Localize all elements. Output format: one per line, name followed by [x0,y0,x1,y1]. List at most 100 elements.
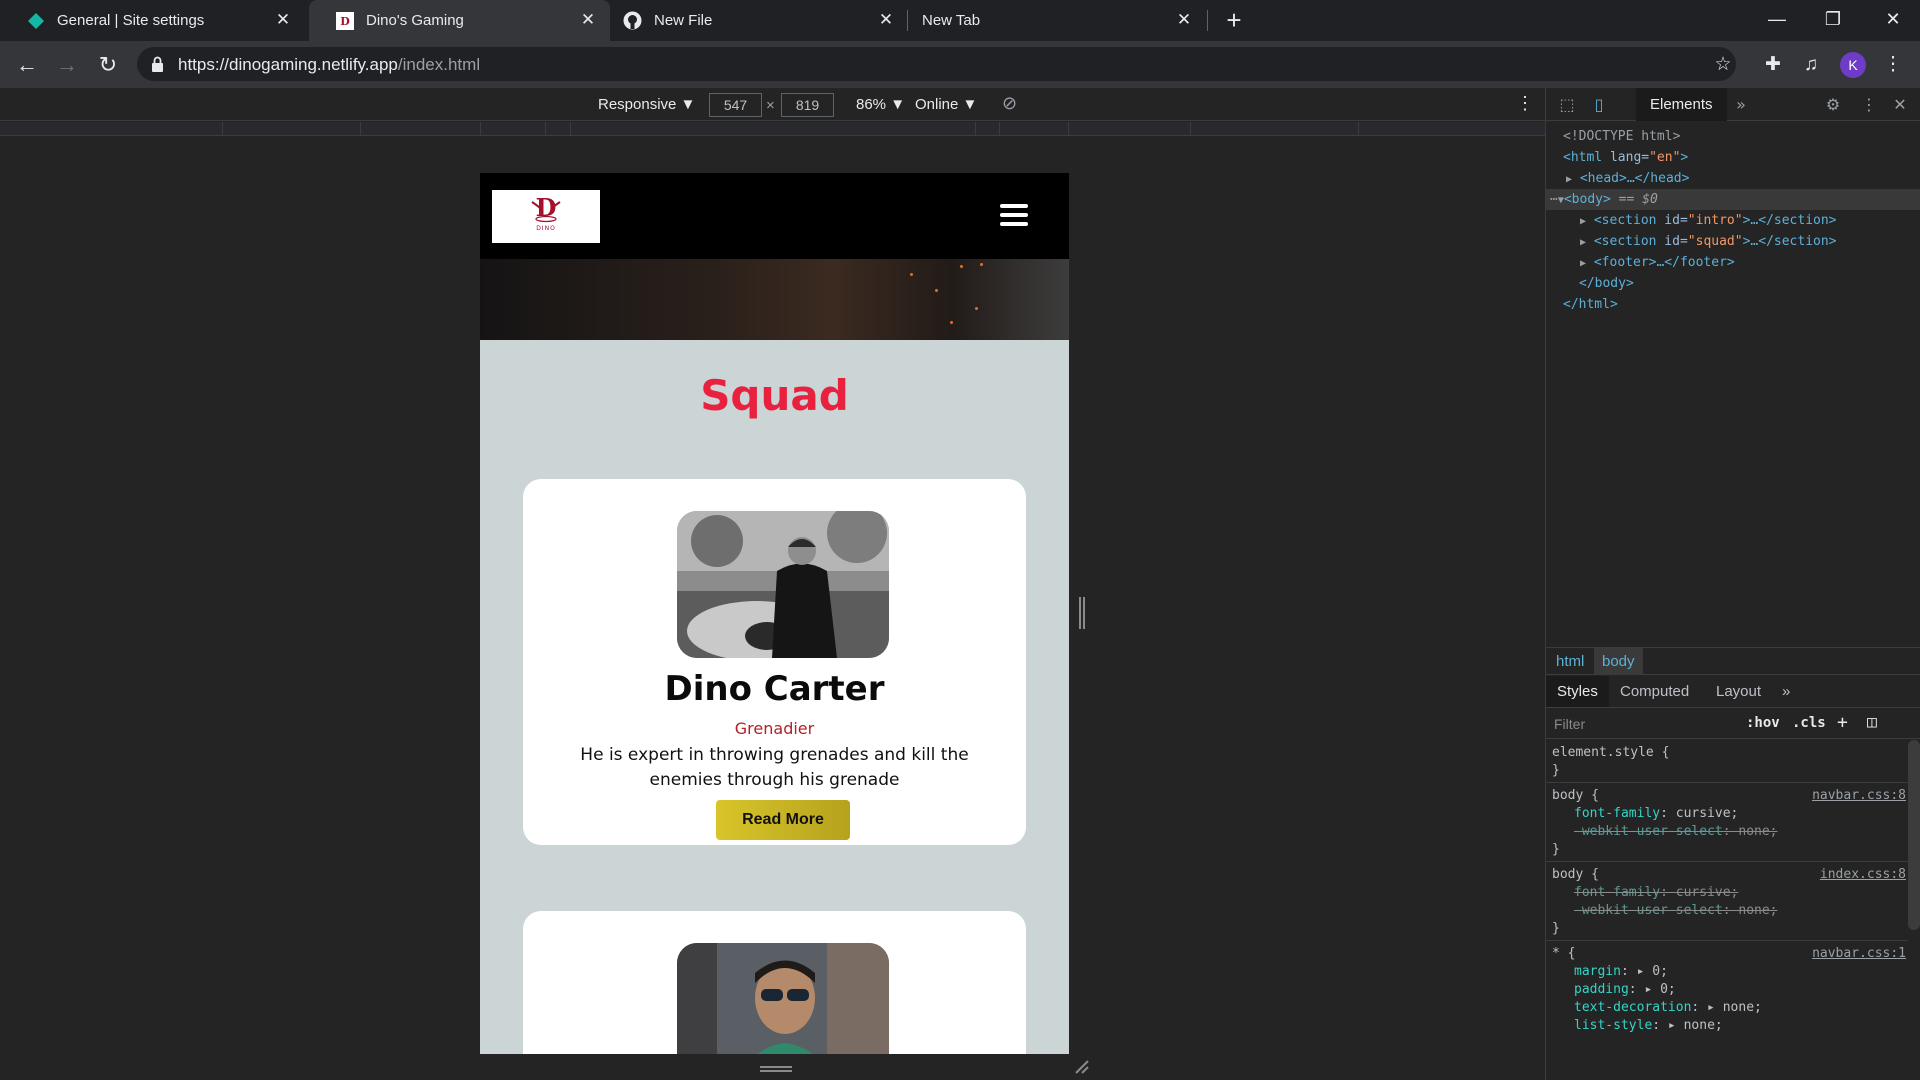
tag-text: > [1680,150,1689,165]
read-more-button[interactable]: Read More [716,800,850,840]
close-tab-icon[interactable]: ✕ [273,10,293,30]
expand-triangle-icon[interactable]: ▶ [1580,258,1586,269]
url-text[interactable]: https://dinogaming.netlify.app/index.htm… [178,55,480,75]
bookmark-star-icon[interactable]: ☆ [1709,51,1737,79]
tab-layout[interactable]: Layout [1716,676,1761,707]
restore-icon[interactable]: ❐ [1806,0,1860,41]
viewport-resize-handle-bottom[interactable] [760,1066,792,1072]
breadcrumb-html[interactable]: html [1548,648,1592,675]
ember [960,265,963,268]
media-query-bar[interactable] [0,122,1545,136]
tab-new-file[interactable]: New File ✕ [610,0,908,41]
style-rule[interactable]: index.css:8 body { font-family: cursive;… [1546,862,1908,941]
style-property[interactable]: text-decoration: ▸ none; [1552,999,1902,1017]
media-queue-icon[interactable]: ♫ [1797,51,1825,79]
property-name: font-family [1574,806,1661,821]
more-tabs-chevron-icon[interactable]: » [1782,676,1790,707]
hov-toggle[interactable]: :hov [1746,715,1780,731]
style-property-overridden[interactable]: -webkit-user-select: none; [1552,902,1902,920]
dom-node[interactable]: <!DOCTYPE html> [1546,126,1920,147]
minimize-icon[interactable]: — [1750,0,1804,41]
cls-toggle[interactable]: .cls [1792,715,1826,731]
tab-dinos-gaming[interactable]: D Dino's Gaming ✕ [309,0,610,41]
rule-close: } [1552,921,1560,936]
new-tab-plus-icon[interactable]: + [1220,6,1248,34]
reload-icon[interactable]: ↻ [94,51,122,79]
rotate-icon[interactable]: ⊘ [1002,93,1017,114]
expand-triangle-icon[interactable]: ▶ [1566,174,1572,185]
device-more-icon[interactable]: ⋮ [1516,93,1534,114]
chrome-menu-icon[interactable]: ⋮ [1879,51,1907,79]
property-value: : cursive; [1660,885,1739,900]
url-scheme: https:// [178,55,230,74]
dom-node[interactable]: ▶ <section id="intro">…</section> [1546,210,1920,231]
style-property[interactable]: margin: ▸ 0; [1552,963,1902,981]
member-role: Grenadier [734,719,815,738]
dom-node[interactable]: </body> [1546,273,1920,294]
style-property[interactable]: font-family: cursive; [1552,805,1902,823]
dom-tree[interactable]: <!DOCTYPE html> <html lang="en"> ▶ <head… [1546,126,1920,315]
close-tab-icon[interactable]: ✕ [876,10,896,30]
back-arrow-icon[interactable]: ← [13,51,41,79]
style-rule[interactable]: navbar.css:1 * { margin: ▸ 0; padding: ▸… [1546,941,1908,1037]
forward-arrow-icon[interactable]: → [53,51,81,79]
breadcrumb-body[interactable]: body [1594,648,1643,675]
more-tabs-chevron-icon[interactable]: » [1730,94,1752,116]
tab-elements[interactable]: Elements [1636,88,1727,121]
viewport-resize-handle-right[interactable] [1079,597,1085,629]
style-property-overridden[interactable]: font-family: cursive; [1552,884,1902,902]
throttle-label: Online [915,96,959,113]
viewport-resize-corner[interactable] [1073,1058,1089,1074]
address-bar[interactable]: https://dinogaming.netlify.app/index.htm… [137,47,1736,81]
dom-node[interactable]: </html> [1546,294,1920,315]
dom-node[interactable]: ▶ <section id="squad">…</section> [1546,231,1920,252]
hamburger-menu-icon[interactable] [1000,204,1028,227]
site-logo[interactable]: D DINO [492,190,600,243]
tab-styles[interactable]: Styles [1546,676,1609,707]
style-property-overridden[interactable]: -webkit-user-select: none; [1552,823,1902,841]
dom-node[interactable]: <html lang="en"> [1546,147,1920,168]
profile-avatar[interactable]: K [1840,52,1866,78]
tab-separator [1207,10,1208,31]
width-input[interactable]: 547 [709,93,762,117]
expand-triangle-icon[interactable]: ▶ [1580,237,1586,248]
style-property[interactable]: padding: ▸ 0; [1552,981,1902,999]
throttle-select[interactable]: Online ▼ [915,96,977,113]
rule-source-link[interactable]: navbar.css:1 [1812,945,1906,963]
filter-input[interactable]: Filter [1554,716,1585,732]
member-name: Dino Carter [664,669,885,709]
rule-source-link[interactable]: index.css:8 [1820,866,1906,884]
style-rule[interactable]: navbar.css:8 body { font-family: cursive… [1546,783,1908,862]
lock-icon[interactable] [151,56,164,72]
ember [935,289,938,292]
dom-node[interactable]: ▶ <head>…</head> [1546,168,1920,189]
expand-triangle-icon[interactable]: ▶ [1580,216,1586,227]
dom-node[interactable]: ▶ <footer>…</footer> [1546,252,1920,273]
property-name: font-family [1574,885,1661,900]
inspect-element-icon[interactable]: ⬚ [1556,94,1578,116]
tab-site-settings[interactable]: General | Site settings ✕ [0,0,305,41]
settings-gear-icon[interactable]: ⚙ [1822,94,1844,116]
height-input[interactable]: 819 [781,93,834,117]
tab-new-tab[interactable]: New Tab ✕ [908,0,1206,41]
devtools-menu-icon[interactable]: ⋮ [1858,94,1880,116]
new-rule-plus-icon[interactable]: + [1837,712,1848,733]
zoom-select[interactable]: 86% ▼ [856,96,905,113]
close-window-icon[interactable]: ✕ [1866,0,1920,41]
rule-source-link[interactable]: navbar.css:8 [1812,787,1906,805]
close-tab-icon[interactable]: ✕ [1174,10,1194,30]
property-name: -webkit-user-select [1574,903,1723,918]
style-property[interactable]: list-style: ▸ none; [1552,1017,1902,1035]
toggle-sidebar-icon[interactable]: ◫ [1867,712,1877,731]
close-devtools-icon[interactable]: ✕ [1889,94,1911,116]
style-rule[interactable]: element.style { } [1546,740,1908,783]
device-select[interactable]: Responsive ▼ [598,96,695,113]
ellipsis-icon[interactable]: ⋯ [1550,192,1558,207]
dom-node-selected[interactable]: ⋯▼<body> == $0 [1546,189,1920,210]
extensions-puzzle-icon[interactable]: ✚ [1759,51,1787,79]
device-toggle-icon[interactable]: ▯ [1588,94,1610,116]
property-value: : none; [1722,824,1778,839]
close-tab-icon[interactable]: ✕ [578,10,598,30]
tab-computed[interactable]: Computed [1620,676,1689,707]
styles-scrollbar[interactable] [1908,740,1920,930]
